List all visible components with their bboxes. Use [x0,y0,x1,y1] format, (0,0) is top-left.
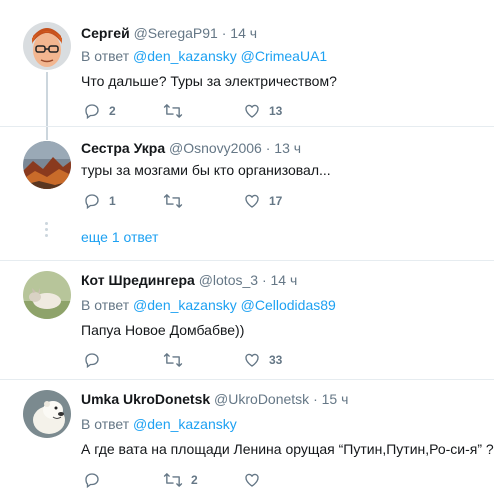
reply-mention-link[interactable]: @CrimeaUA1 [241,48,328,64]
tweet-header: Сергей @SeregaP91 · 14 ч [81,24,257,42]
tweet-text: Папуа Новое Домбабве)) [81,322,245,338]
reply-context: В ответ @den_kazansky [81,415,237,433]
reply-mention-link[interactable]: @Cellodidas89 [241,297,336,313]
reply-button[interactable] [83,471,109,489]
thread-more-dots [45,222,49,240]
timestamp[interactable]: 14 ч [230,25,257,41]
tweet[interactable]: Кот Шредингера @lotos_3 · 14 ч В ответ @… [0,261,494,379]
author-name[interactable]: Сестра Укра [81,140,165,156]
author-name[interactable]: Umka UkroDonetsk [81,391,210,407]
retweet-icon [163,104,183,118]
tweet-header: Сестра Укра @Osnovy2006 · 13 ч [81,139,301,157]
separator-dot: · [313,391,318,407]
show-more-replies-link[interactable]: еще 1 ответ [81,229,158,245]
separator-dot: · [261,272,267,288]
heart-icon [245,194,259,208]
tweet-actions: 2 13 [81,102,381,122]
reply-context: В ответ @den_kazansky @Cellodidas89 [81,296,336,314]
retweet-button[interactable] [163,102,191,120]
avatar[interactable] [23,22,71,70]
author-handle[interactable]: @SeregaP91 [134,25,218,41]
reply-prefix: В ответ [81,48,130,64]
reply-button[interactable]: 2 [83,102,116,120]
retweet-button[interactable] [163,351,191,369]
reply-count: 2 [109,104,116,118]
avatar[interactable] [23,271,71,319]
author-handle[interactable]: @Osnovy2006 [169,140,262,156]
tweet-actions: 2 [81,471,381,491]
tweet-actions: 1 17 [81,192,381,212]
reply-icon [85,104,99,120]
reply-prefix: В ответ [81,297,130,313]
tweet-text: туры за мозгами бы кто организовал... [81,162,331,178]
reply-button[interactable]: 1 [83,192,116,210]
retweet-button[interactable]: 2 [163,471,198,489]
retweet-icon [163,473,183,487]
reply-mention-link[interactable]: @den_kazansky [133,48,237,64]
reply-prefix: В ответ [81,416,130,432]
tweet-header: Кот Шредингера @lotos_3 · 14 ч [81,271,297,289]
timestamp[interactable]: 15 ч [322,391,349,407]
like-button[interactable]: 13 [243,102,282,120]
reply-icon [85,473,99,489]
timestamp[interactable]: 13 ч [274,140,301,156]
retweet-button[interactable] [163,192,191,210]
reply-count: 1 [109,194,116,208]
reply-mention-link[interactable]: @den_kazansky [133,297,237,313]
timestamp[interactable]: 14 ч [271,272,298,288]
heart-icon [245,353,259,367]
tweet-header: Umka UkroDonetsk @UkroDonetsk · 15 ч [81,390,348,408]
tweet-actions: 33 [81,351,381,371]
like-button[interactable]: 17 [243,192,282,210]
retweet-count: 2 [191,473,198,487]
separator-dot: · [265,140,271,156]
author-name[interactable]: Кот Шредингера [81,272,195,288]
tweet[interactable]: Сестра Укра @Osnovy2006 · 13 ч туры за м… [0,127,494,217]
avatar[interactable] [23,390,71,438]
like-count: 33 [269,353,283,367]
like-count: 17 [269,194,283,208]
tweet-text: А где вата на площади Ленина орущая “Пут… [81,441,494,457]
avatar[interactable] [23,141,71,189]
author-name[interactable]: Сергей [81,25,130,41]
like-button[interactable] [243,471,269,489]
tweet-text: Что дальше? Туры за электричеством? [81,73,337,89]
heart-icon [245,104,259,118]
like-button[interactable]: 33 [243,351,282,369]
tweet[interactable]: Сергей @SeregaP91 · 14 ч В ответ @den_ka… [0,0,494,126]
reply-mention-link[interactable]: @den_kazansky [133,416,237,432]
tweet[interactable]: Umka UkroDonetsk @UkroDonetsk · 15 ч В о… [0,380,494,489]
like-count: 13 [269,104,283,118]
reply-button[interactable] [83,351,109,369]
author-handle[interactable]: @lotos_3 [199,272,258,288]
author-handle[interactable]: @UkroDonetsk [214,391,309,407]
separator-dot: · [221,25,227,41]
reply-context: В ответ @den_kazansky @CrimeaUA1 [81,47,327,65]
reply-icon [85,194,99,210]
retweet-icon [163,353,183,367]
reply-icon [85,353,99,369]
heart-icon [245,473,259,487]
retweet-icon [163,194,183,208]
